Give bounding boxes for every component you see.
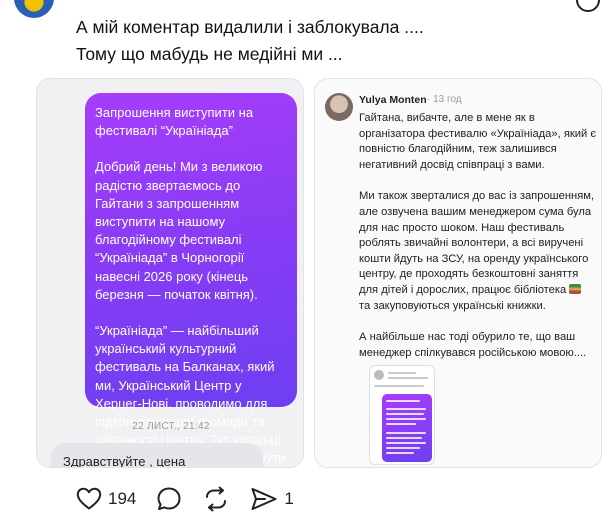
comment-icon xyxy=(157,487,181,510)
comment-body: Гайтана, вибачте, але в мене як в органі… xyxy=(359,111,597,377)
thumbnail-avatar xyxy=(374,370,384,380)
comment-paragraph-tail: та закуповуються українські книжки. xyxy=(359,299,546,312)
comment-paragraph: Гайтана, вибачте, але в мене як в органі… xyxy=(359,112,597,171)
dm-paragraph: Запрошення виступити на фестивалі “Украї… xyxy=(95,105,254,139)
author-avatar[interactable] xyxy=(14,0,54,18)
like-button[interactable]: 194 xyxy=(76,487,136,511)
embedded-screenshot-thumbnail xyxy=(369,365,435,465)
post-line: А мій коментар видалили і заблокувала ..… xyxy=(76,17,424,37)
more-icon[interactable] xyxy=(576,0,600,12)
dm-reply-bubble: Здравствуйте , цена выступления xyxy=(51,443,263,467)
attached-image-dm[interactable]: Запрошення виступити на фестивалі “Украї… xyxy=(36,78,304,468)
like-count: 194 xyxy=(108,489,137,508)
comment-button[interactable] xyxy=(156,486,182,512)
attached-image-comment[interactable]: Yulya Monten · 13 год Гайтана, вибачте, … xyxy=(314,78,602,468)
thumbnail-bubble xyxy=(382,394,432,462)
commenter-avatar xyxy=(325,93,353,121)
share-count: 1 xyxy=(284,489,294,508)
commenter-name: Yulya Monten xyxy=(359,94,427,106)
share-icon xyxy=(251,488,277,510)
post-actions: 194 1 xyxy=(76,482,314,516)
heart-icon xyxy=(76,487,102,510)
post-text: А мій коментар видалили і заблокувала ..… xyxy=(76,14,596,68)
thumbnail-line xyxy=(388,372,416,374)
thumbnail-line xyxy=(374,385,424,387)
repost-icon xyxy=(206,486,227,512)
books-emoji-icon xyxy=(569,283,582,294)
dm-timestamp: 22 ЛИСТ., 21:42 xyxy=(132,421,210,432)
comment-paragraph: Ми також зверталися до вас із запрошення… xyxy=(359,189,597,314)
comment-time: · 13 год xyxy=(427,94,462,105)
dm-paragraph: Добрий день! Ми з великою радістю зверта… xyxy=(95,159,263,302)
repost-button[interactable] xyxy=(202,486,230,512)
post-line: Тому що мабудь не медійні ми ... xyxy=(76,44,343,64)
thumbnail-line xyxy=(388,377,428,379)
comment-paragraph: А найбільше нас тоді обурило те, що ваш … xyxy=(359,331,587,359)
dm-message-bubble: Запрошення виступити на фестивалі “Украї… xyxy=(85,93,297,465)
comment-paragraph-text: Ми також зверталися до вас із запрошення… xyxy=(359,190,595,296)
share-button[interactable]: 1 xyxy=(250,486,294,512)
